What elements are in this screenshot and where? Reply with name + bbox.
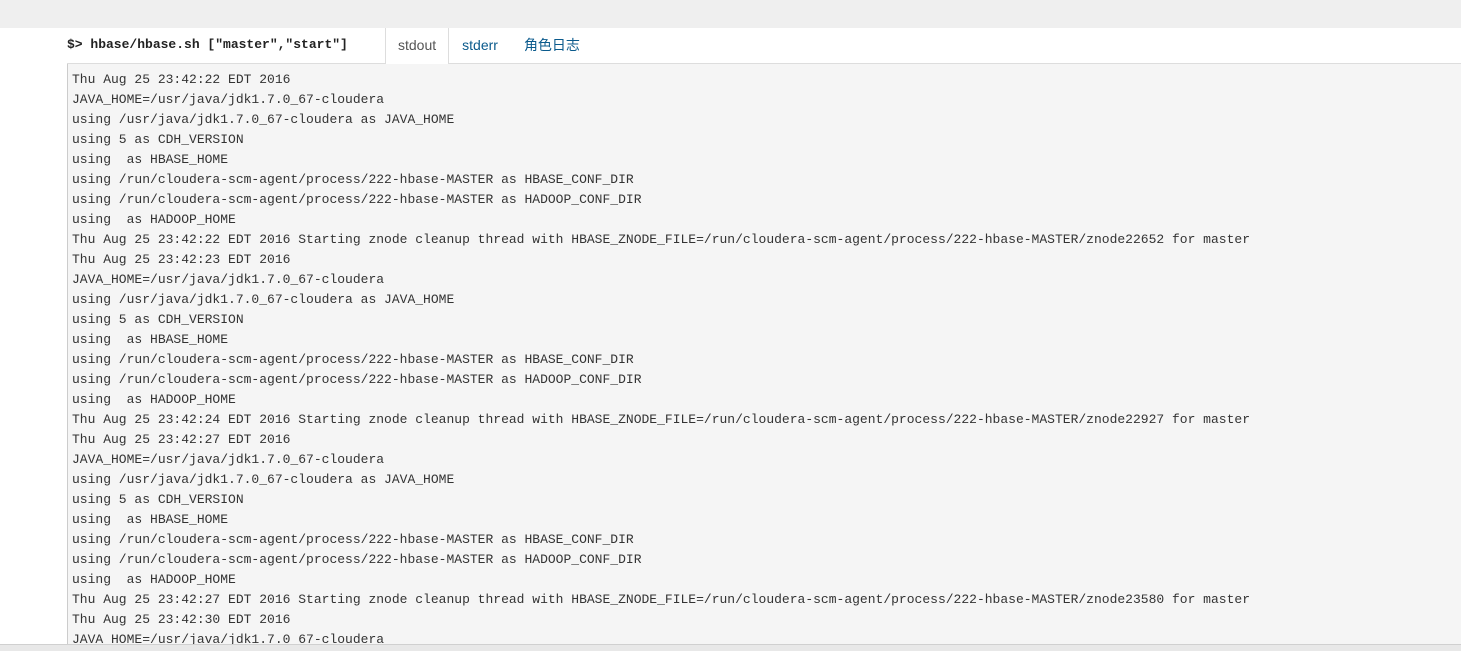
command-text: $> hbase/hbase.sh ["master","start"] <box>67 37 348 52</box>
log-line: using /run/cloudera-scm-agent/process/22… <box>72 192 642 207</box>
log-line: using as HBASE_HOME <box>72 512 229 527</box>
log-line: Thu Aug 25 23:42:27 EDT 2016 Starting zn… <box>72 592 1250 607</box>
log-line: using 5 as CDH_VERSION <box>72 312 244 327</box>
log-line: JAVA_HOME=/usr/java/jdk1.7.0_67-cloudera <box>72 92 385 107</box>
log-line: using /usr/java/jdk1.7.0_67-cloudera as … <box>72 472 455 487</box>
log-line: Thu Aug 25 23:42:30 EDT 2016 <box>72 612 291 627</box>
log-line: using /run/cloudera-scm-agent/process/22… <box>72 532 634 547</box>
log-output-pane[interactable]: Thu Aug 25 23:42:22 EDT 2016 JAVA_HOME=/… <box>67 64 1461 644</box>
log-line: using /run/cloudera-scm-agent/process/22… <box>72 552 642 567</box>
log-line: using /run/cloudera-scm-agent/process/22… <box>72 352 634 367</box>
log-line: using 5 as CDH_VERSION <box>72 492 244 507</box>
tab-role-log[interactable]: 角色日志 <box>511 28 593 63</box>
log-output-text: Thu Aug 25 23:42:22 EDT 2016 JAVA_HOME=/… <box>68 64 1461 644</box>
log-line: Thu Aug 25 23:42:23 EDT 2016 <box>72 252 291 267</box>
top-band <box>0 0 1461 28</box>
log-line: Thu Aug 25 23:42:22 EDT 2016 Starting zn… <box>72 232 1250 247</box>
log-line: JAVA_HOME=/usr/java/jdk1.7.0_67-cloudera <box>72 452 385 467</box>
log-line: using as HBASE_HOME <box>72 152 229 167</box>
log-line: using as HBASE_HOME <box>72 332 229 347</box>
log-line: Thu Aug 25 23:42:24 EDT 2016 Starting zn… <box>72 412 1250 427</box>
log-line: Thu Aug 25 23:42:22 EDT 2016 <box>72 72 291 87</box>
log-tabs: stdout stderr 角色日志 <box>385 28 593 64</box>
log-line: using 5 as CDH_VERSION <box>72 132 244 147</box>
log-line: Thu Aug 25 23:42:27 EDT 2016 <box>72 432 291 447</box>
log-line: using /run/cloudera-scm-agent/process/22… <box>72 172 634 187</box>
log-line: using /usr/java/jdk1.7.0_67-cloudera as … <box>72 292 455 307</box>
log-line: JAVA_HOME=/usr/java/jdk1.7.0_67-cloudera <box>72 272 385 287</box>
log-line: using /run/cloudera-scm-agent/process/22… <box>72 372 642 387</box>
log-line: using as HADOOP_HOME <box>72 572 236 587</box>
tab-stderr[interactable]: stderr <box>449 28 511 63</box>
log-line: using /usr/java/jdk1.7.0_67-cloudera as … <box>72 112 455 127</box>
log-line: JAVA_HOME=/usr/java/jdk1.7.0_67-cloudera <box>72 632 385 644</box>
log-line: using as HADOOP_HOME <box>72 392 236 407</box>
log-line: using as HADOOP_HOME <box>72 212 236 227</box>
tab-stdout[interactable]: stdout <box>385 28 450 64</box>
